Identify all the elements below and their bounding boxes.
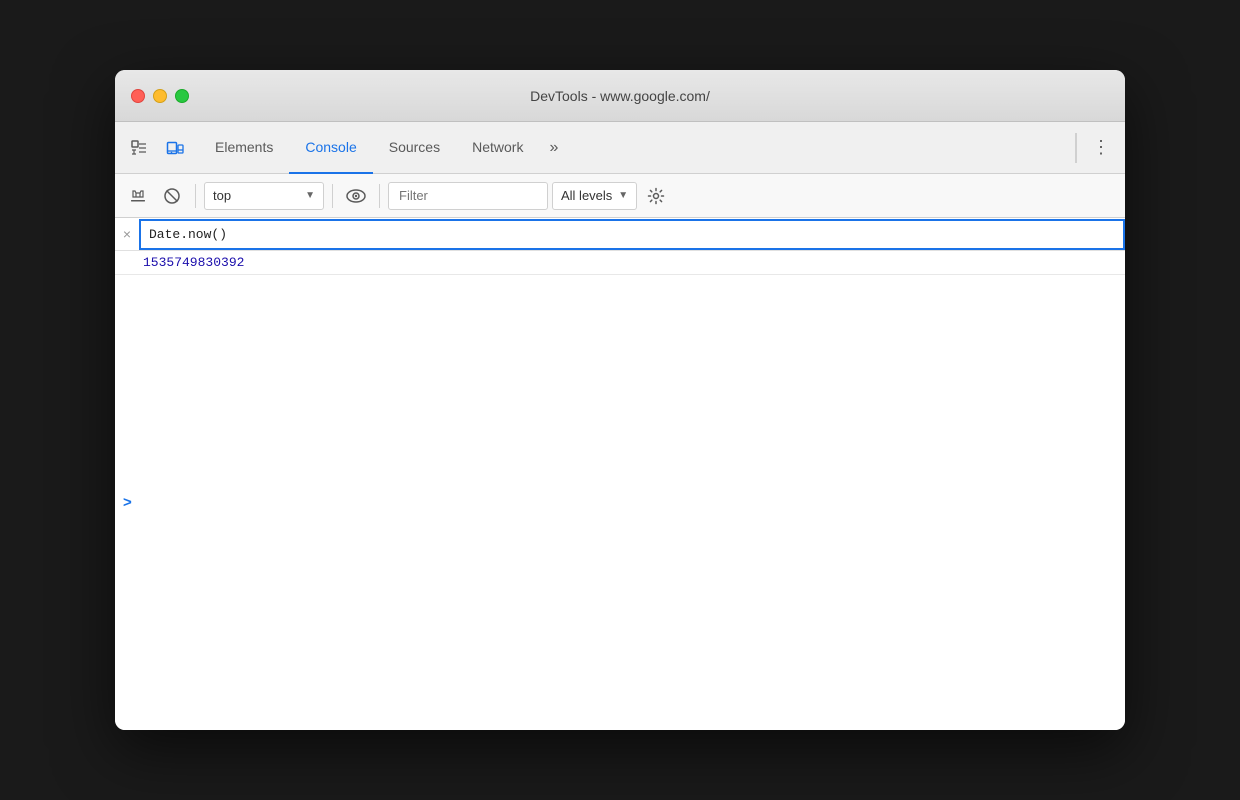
tab-sources[interactable]: Sources xyxy=(373,122,456,174)
console-result: 1535749830392 xyxy=(115,251,1125,275)
console-prompt-area[interactable]: > xyxy=(115,275,1125,730)
context-selector[interactable]: top ▼ xyxy=(204,182,324,210)
tabs-more-button[interactable]: » xyxy=(539,122,568,174)
log-levels-selector[interactable]: All levels ▼ xyxy=(552,182,637,210)
traffic-lights xyxy=(131,89,189,103)
tab-network[interactable]: Network xyxy=(456,122,539,174)
cancel-input-button[interactable]: × xyxy=(115,218,139,250)
tab-bar-divider xyxy=(1075,133,1077,163)
toolbar-divider-1 xyxy=(195,184,196,208)
tab-console[interactable]: Console xyxy=(289,122,372,174)
levels-arrow-icon: ▼ xyxy=(618,190,628,201)
console-settings-button[interactable] xyxy=(641,181,671,211)
prompt-chevron-icon: > xyxy=(123,494,132,511)
toolbar-divider-2 xyxy=(332,184,333,208)
devtools-icon-group xyxy=(123,132,191,164)
tabs-bar: Elements Console Sources Network » ⋮ xyxy=(115,122,1125,174)
context-selector-arrow: ▼ xyxy=(305,190,315,201)
tab-elements[interactable]: Elements xyxy=(199,122,289,174)
filter-input[interactable] xyxy=(388,182,548,210)
titlebar: DevTools - www.google.com/ xyxy=(115,70,1125,122)
watch-expressions-button[interactable] xyxy=(341,181,371,211)
inspect-element-button[interactable] xyxy=(123,132,155,164)
devtools-window: DevTools - www.google.com/ xyxy=(115,70,1125,730)
maximize-button[interactable] xyxy=(175,89,189,103)
toolbar-divider-3 xyxy=(379,184,380,208)
console-toolbar: top ▼ All levels ▼ xyxy=(115,174,1125,218)
minimize-button[interactable] xyxy=(153,89,167,103)
window-title: DevTools - www.google.com/ xyxy=(530,88,710,104)
no-icon-button[interactable] xyxy=(157,181,187,211)
console-input-entry: × xyxy=(115,218,1125,251)
clear-console-button[interactable] xyxy=(123,181,153,211)
close-button[interactable] xyxy=(131,89,145,103)
devtools-menu-button[interactable]: ⋮ xyxy=(1085,132,1117,164)
console-input[interactable] xyxy=(139,219,1125,250)
console-content: × 1535749830392 > xyxy=(115,218,1125,730)
device-toolbar-button[interactable] xyxy=(159,132,191,164)
